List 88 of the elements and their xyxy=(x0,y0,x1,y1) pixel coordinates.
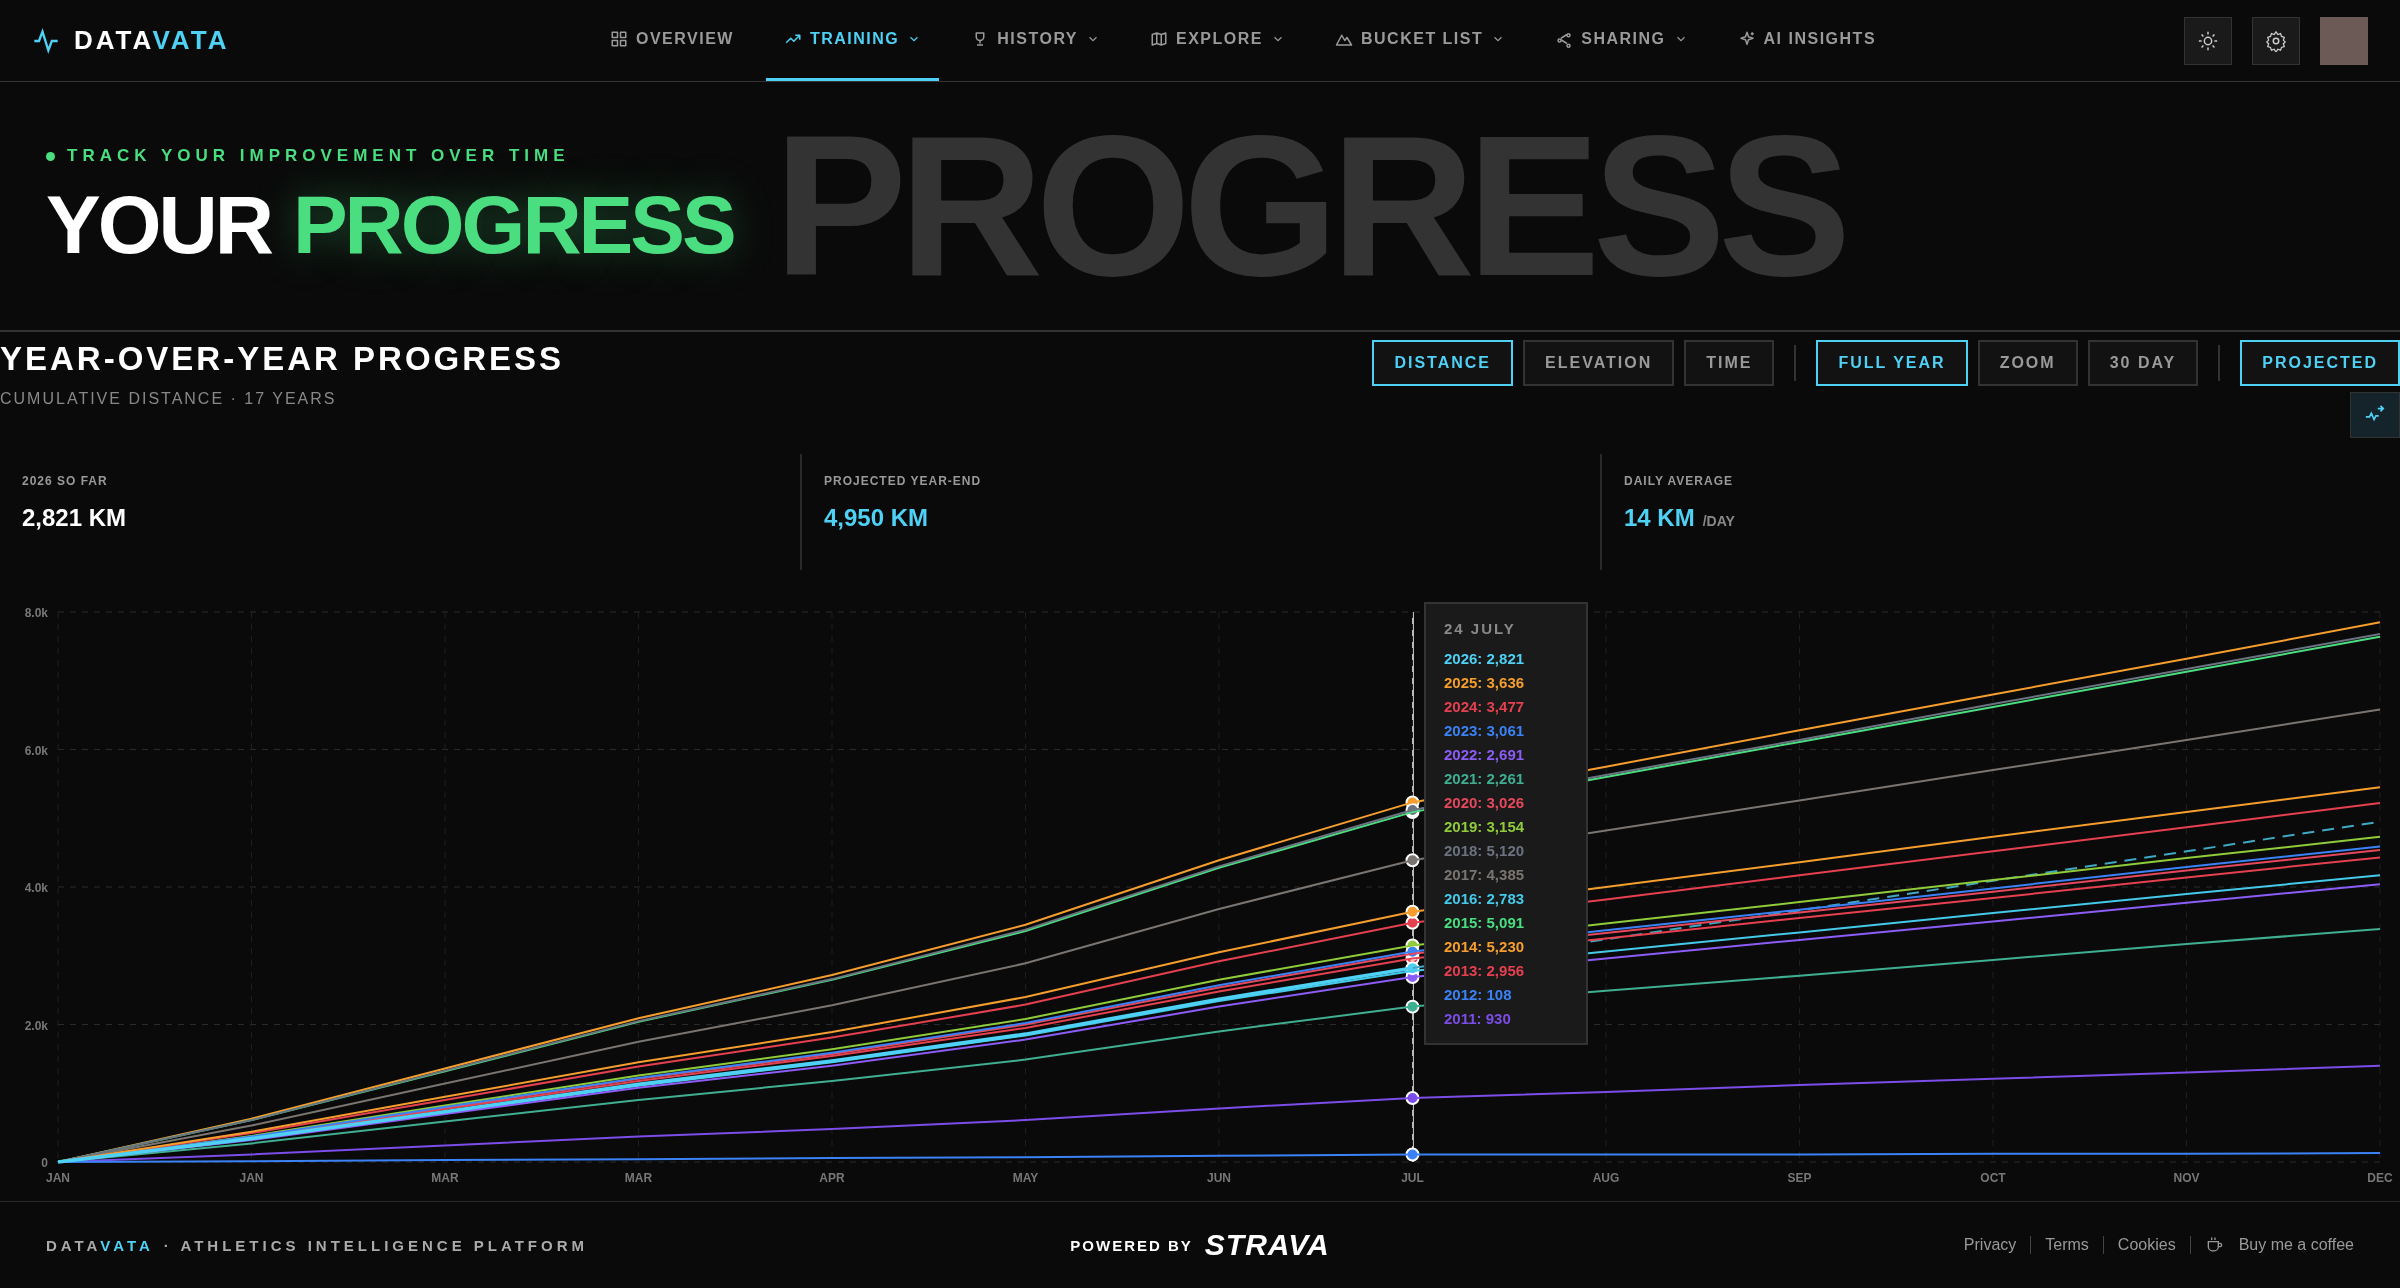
tooltip-entry: 2015: 5,091 xyxy=(1444,914,1526,931)
nav-tab[interactable]: TRAINING xyxy=(765,0,940,81)
tooltip-entry: 2019: 3,154 xyxy=(1444,818,1526,835)
footer-link[interactable]: Cookies xyxy=(2117,1236,2176,1254)
section-subtitle: CUMULATIVE DISTANCE · 17 YEARS xyxy=(0,390,338,408)
toggle-button[interactable]: ELEVATION xyxy=(1523,340,1675,386)
tooltip-entry: 2012: 108 xyxy=(1444,986,1513,1003)
hover-marker xyxy=(1405,944,1420,959)
nav-tab[interactable]: EXPLORE xyxy=(1132,0,1303,81)
share-icon xyxy=(1555,30,1574,48)
nav-tab[interactable]: AI INSIGHTS xyxy=(1719,0,1895,81)
footer-link[interactable]: Terms xyxy=(2045,1236,2089,1254)
footer-link[interactable]: Privacy xyxy=(1963,1236,2017,1254)
toggle-button[interactable]: DISTANCE xyxy=(1372,340,1514,386)
y-axis-label: 2.0k xyxy=(24,1018,48,1033)
y-axis-label: 0 xyxy=(41,1156,48,1170)
nav-tab[interactable]: HISTORY xyxy=(953,0,1118,81)
grid-icon xyxy=(610,30,628,48)
powered-by-text: POWERED BY xyxy=(1070,1236,1193,1254)
hover-marker xyxy=(1405,999,1420,1014)
tooltip-entry: 2016: 2,783 xyxy=(1444,890,1526,907)
hover-marker xyxy=(1405,1091,1420,1106)
x-axis-label: MAR xyxy=(624,1171,653,1185)
hover-marker xyxy=(1405,904,1420,919)
stat-value: 4,950 KM xyxy=(824,504,929,532)
settings-button[interactable] xyxy=(2252,16,2300,65)
x-axis-label: NOV xyxy=(2173,1171,2200,1185)
x-axis-label: OCT xyxy=(1980,1171,2006,1185)
section-title: YEAR-OVER-YEAR PROGRESS xyxy=(0,340,565,378)
toggle-button[interactable]: FULL YEAR xyxy=(1816,340,1968,386)
page-title-accent: PROGRESS xyxy=(292,184,734,266)
toggle-button[interactable]: 30 DAY xyxy=(2087,340,2199,386)
tooltip-entry: 2024: 3,477 xyxy=(1444,698,1526,715)
stat-value: 2,821 KM xyxy=(22,504,127,532)
footer-tagline: · ATHLETICS INTELLIGENCE PLATFORM xyxy=(163,1236,589,1254)
eyebrow-text: TRACK YOUR IMPROVEMENT OVER TIME xyxy=(67,146,570,166)
page-title: YOUR xyxy=(46,184,271,266)
stat-label: 2026 SO FAR xyxy=(22,474,109,488)
sparkle-icon xyxy=(1737,30,1756,48)
tooltip-entry: 2017: 4,385 xyxy=(1444,866,1526,883)
avatar-photo-placeholder[interactable] xyxy=(2320,16,2368,65)
tooltip-entry: 2020: 3,026 xyxy=(1444,794,1526,811)
y-axis-label: 4.0k xyxy=(24,881,48,895)
x-axis-label: MAY xyxy=(1012,1171,1039,1185)
tooltip-entry: 2026: 2,821 xyxy=(1444,650,1526,667)
x-axis-label: MAR xyxy=(431,1171,459,1185)
pulse-icon xyxy=(32,26,60,55)
tooltip-entry: 2025: 3,636 xyxy=(1444,674,1526,691)
stat-value: 14 KM xyxy=(1624,504,1695,532)
sun-icon xyxy=(2197,29,2219,52)
settings-icon xyxy=(2265,29,2287,52)
hover-marker xyxy=(1405,853,1420,868)
footer-brand[interactable]: DATAVATA xyxy=(46,1236,154,1254)
nav-tab[interactable]: SHARING xyxy=(1537,0,1706,81)
partner-logo[interactable]: STRAVA xyxy=(1204,1228,1330,1262)
status-dot-icon xyxy=(46,151,55,161)
tooltip-entry: 2023: 3,061 xyxy=(1444,722,1526,739)
x-axis-label: JUL xyxy=(1401,1171,1424,1185)
y-axis-label: 8.0k xyxy=(24,606,48,620)
ai-analysis-button[interactable] xyxy=(2350,392,2400,438)
toggle-button[interactable]: ZOOM xyxy=(1977,340,2078,386)
x-axis-label: APR xyxy=(819,1171,845,1185)
nav-tab[interactable]: BUCKET LIST xyxy=(1317,0,1524,81)
stat-label: PROJECTED YEAR-END xyxy=(824,474,983,488)
y-axis-label: 6.0k xyxy=(24,743,48,758)
toggle-button[interactable]: TIME xyxy=(1684,340,1775,386)
x-axis-label: SEP xyxy=(1787,1171,1812,1185)
tooltip-entry: 2018: 5,120 xyxy=(1444,842,1526,859)
theme-toggle-button[interactable] xyxy=(2184,16,2232,65)
nav-tab[interactable]: OVERVIEW xyxy=(592,0,752,81)
hover-marker xyxy=(1405,1147,1420,1162)
brand-logo[interactable]: DATAVATA xyxy=(74,25,230,56)
x-axis-label: JAN xyxy=(46,1171,70,1185)
tooltip-entry: 2022: 2,691 xyxy=(1444,746,1526,763)
x-axis-label: AUG xyxy=(1592,1171,1620,1185)
x-axis-label: JUN xyxy=(1207,1171,1231,1185)
tooltip-entry: 2014: 5,230 xyxy=(1444,938,1526,955)
tooltip-title: 24 JULY xyxy=(1444,620,1517,637)
tooltip-entry: 2013: 2,956 xyxy=(1444,962,1526,979)
x-axis-label: JAN xyxy=(239,1171,264,1185)
toggle-button[interactable]: PROJECTED xyxy=(2240,340,2400,386)
footer-link[interactable]: Buy me a coffee xyxy=(2238,1236,2354,1254)
stat-label: DAILY AVERAGE xyxy=(1624,474,1735,488)
tooltip-entry: 2021: 2,261 xyxy=(1444,770,1526,787)
tooltip-entry: 2011: 930 xyxy=(1444,1010,1512,1027)
x-axis-label: DEC xyxy=(2367,1171,2393,1185)
map-icon xyxy=(1150,30,1168,48)
stat-unit: /DAY xyxy=(1702,513,1735,529)
